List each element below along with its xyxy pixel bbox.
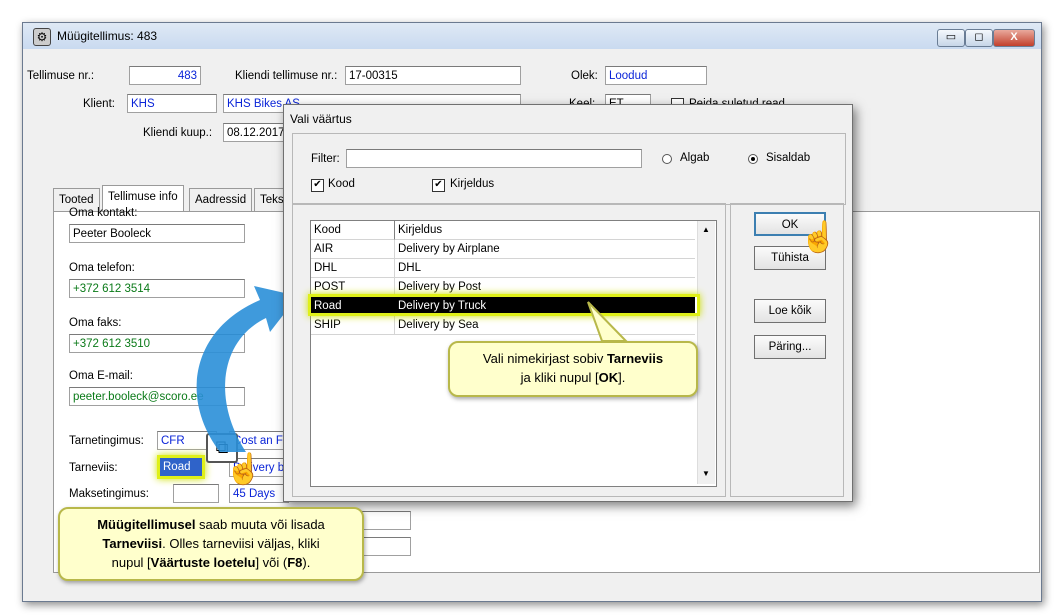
hand-pointer-icon: ☝ [225, 453, 263, 486]
filter-input[interactable] [346, 149, 642, 168]
callout-text: . Olles tarneviisi väljas, kliki [162, 536, 320, 551]
window-title: Müügitellimus: 483 [57, 29, 158, 43]
callout-bold-text: Tarneviis [606, 351, 664, 366]
maximize-button[interactable]: ◻ [965, 29, 993, 47]
status-field[interactable]: Loodud [605, 66, 707, 85]
contains-radio[interactable] [748, 154, 758, 164]
callout-bold-text: OK [598, 370, 619, 385]
callout-bold-text: Väärtuste loetelu [150, 555, 256, 570]
vertical-scrollbar[interactable]: ▲ ▼ [697, 221, 715, 484]
status-label: Olek: [571, 70, 598, 82]
app-icon: ⚙ [33, 28, 51, 46]
row-code[interactable]: DHL [311, 259, 395, 278]
callout-bold-text: Müügitellimusel [97, 517, 196, 532]
scroll-up-icon[interactable]: ▲ [702, 225, 710, 234]
client-label: Klient: [83, 98, 115, 110]
callout-text: ]. [618, 370, 626, 385]
selected-row-highlight [308, 294, 700, 316]
callout-text: saab muuta või lisada [195, 517, 325, 532]
column-header-code[interactable]: Kood [311, 221, 395, 240]
own-fax-label: Oma faks: [69, 317, 122, 329]
hand-pointer-icon: ☝ [800, 221, 838, 254]
own-phone-label: Oma telefon: [69, 262, 135, 274]
order-no-label: Tellimuse nr.: [27, 70, 95, 82]
own-contact-label: Oma kontakt: [69, 207, 138, 219]
callout-text: nupul [ [111, 555, 151, 570]
payment-term-code-field[interactable] [173, 484, 219, 503]
column-header-description[interactable]: Kirjeldus [395, 221, 695, 240]
shipping-method-label: Tarneviis: [69, 462, 118, 474]
read-all-button[interactable]: Loe kõik [754, 299, 826, 323]
description-checkbox-label: Kirjeldus [450, 178, 495, 190]
row-description[interactable]: Delivery by Airplane [395, 240, 695, 259]
row-code[interactable]: SHIP [311, 316, 395, 335]
own-email-label: Oma E-mail: [69, 370, 133, 382]
delivery-term-label: Tarnetingimus: [69, 435, 144, 447]
callout-bold-text: Tarneviisi [102, 536, 163, 551]
callout-text: ). [302, 555, 311, 570]
form-instruction-callout: Müügitellimusel saab muuta või lisada Ta… [58, 507, 364, 581]
client-order-field[interactable]: 17-00315 [345, 66, 521, 85]
scroll-down-icon[interactable]: ▼ [702, 469, 710, 478]
callout-bold-text: F8 [287, 555, 303, 570]
callout-pointer [587, 301, 629, 342]
filter-group [292, 133, 846, 205]
title-bar: ⚙ Müügitellimus: 483 ▭ ◻ X [23, 23, 1041, 49]
client-order-label: Kliendi tellimuse nr.: [235, 70, 338, 82]
row-description[interactable]: Delivery by Sea [395, 316, 695, 335]
callout-text: Vali nimekirjast sobiv [482, 351, 607, 366]
starts-with-label: Algab [680, 152, 710, 164]
callout-text: ] või ( [255, 555, 288, 570]
row-code[interactable]: AIR [311, 240, 395, 259]
tab-addresses[interactable]: Aadressid [189, 188, 253, 212]
starts-with-radio[interactable] [662, 154, 672, 164]
dialog-instruction-callout: Vali nimekirjast sobiv Tarneviis ja klik… [448, 341, 698, 397]
dialog-title: Vali väärtus [290, 112, 352, 126]
minimize-button[interactable]: ▭ [937, 29, 965, 47]
filter-label: Filter: [311, 153, 340, 165]
callout-text: ja kliki nupul [ [520, 370, 599, 385]
query-button[interactable]: Päring... [754, 335, 826, 359]
close-button[interactable]: X [993, 29, 1035, 47]
code-checkbox[interactable]: ✔ [311, 179, 324, 192]
payment-term-label: Maksetingimus: [69, 488, 149, 500]
own-contact-field[interactable]: Peeter Booleck [69, 224, 245, 243]
description-checkbox[interactable]: ✔ [432, 179, 445, 192]
contains-label: Sisaldab [766, 152, 811, 164]
client-code-field[interactable]: KHS [127, 94, 217, 113]
row-description[interactable]: DHL [395, 259, 695, 278]
choose-value-dialog: Vali väärtus Filter: Algab Sisaldab ✔ Ko… [283, 104, 853, 502]
order-no-field[interactable]: 483 [129, 66, 201, 85]
client-date-label: Kliendi kuup.: [143, 127, 213, 139]
code-checkbox-label: Kood [328, 178, 355, 190]
